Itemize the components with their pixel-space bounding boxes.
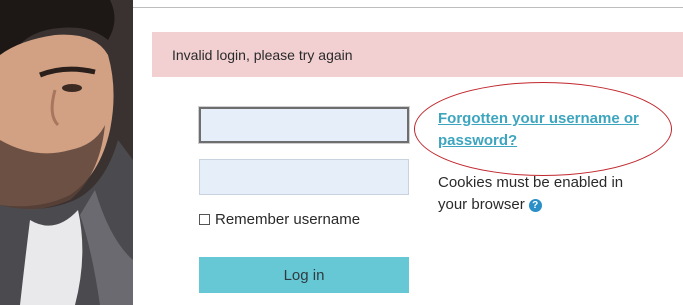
person-photo [0,0,133,305]
forgotten-link-line1: Forgotten your username or [438,110,639,127]
cookies-line2: your browser [438,196,525,213]
cookies-line1: Cookies must be enabled in [438,174,624,191]
error-message: Invalid login, please try again [172,46,353,63]
password-input[interactable] [199,159,409,195]
remember-checkbox[interactable] [199,214,210,225]
question-circle-icon[interactable]: ? [528,198,542,212]
forgotten-password-link[interactable]: Forgotten your username or password? [438,108,668,152]
remember-username[interactable]: Remember username [199,211,360,228]
remember-label: Remember username [215,211,361,228]
top-divider [133,7,683,8]
error-alert: Invalid login, please try again [152,32,683,77]
cookies-notice: Cookies must be enabled in your browser? [438,172,653,216]
background-photo [0,0,133,305]
login-button[interactable]: Log in [199,257,409,293]
username-input[interactable] [199,107,409,143]
forgotten-link-line2: password? [438,132,518,149]
